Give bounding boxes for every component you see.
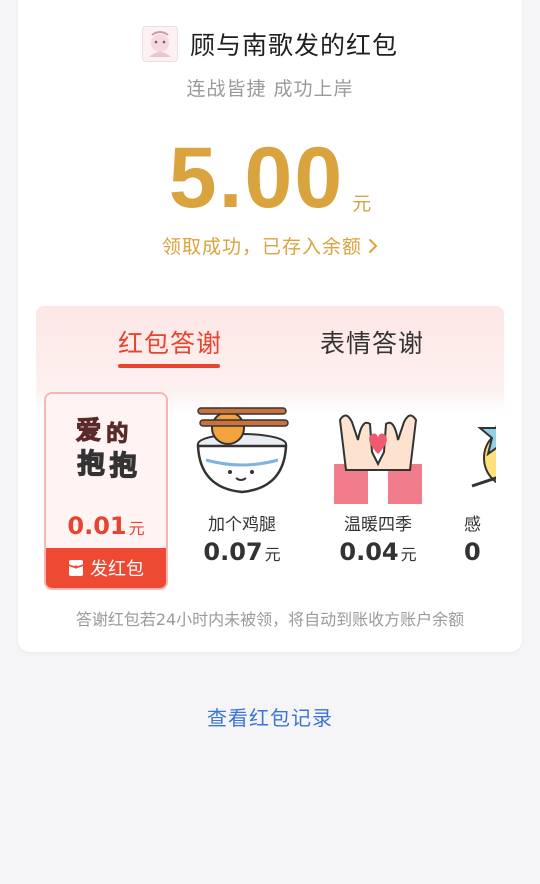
send-red-packet-button[interactable]: 发红包	[46, 548, 166, 588]
star-sticker-icon	[471, 425, 496, 488]
item-name: 感	[464, 515, 481, 535]
received-status-text: 领取成功，已存入余额	[161, 236, 362, 258]
sender-row: 顾与南歌发的红包	[0, 26, 540, 62]
chevron-right-icon	[369, 238, 378, 253]
thanks-item-partial[interactable]: 感 0	[452, 392, 496, 590]
item-name: 加个鸡腿	[208, 515, 276, 535]
item-price: 0.07 元	[203, 538, 281, 566]
thanks-panel: 红包答谢 表情答谢 爱 的 抱 抱 0.01 元 发红包 加个鸡腿 0.07 元…	[36, 306, 504, 606]
amount-value: 5.00	[168, 130, 345, 226]
thanks-items-list: 爱 的 抱 抱 0.01 元 发红包 加个鸡腿 0.07 元 温暖四季 0.04…	[36, 392, 496, 592]
tab-red-packet-thanks[interactable]: 红包答谢	[118, 324, 222, 360]
hug-art-text-4: 抱	[110, 450, 137, 481]
item-price: 0.04 元	[339, 538, 417, 566]
item-name: 温暖四季	[344, 515, 412, 535]
amount-unit: 元	[352, 193, 372, 215]
hug-art-text-3: 抱	[78, 448, 105, 479]
sender-name: 顾与南歌发的红包	[189, 31, 398, 60]
sender-avatar	[141, 26, 178, 62]
view-records-link[interactable]: 查看红包记录	[0, 702, 540, 731]
hug-sticker-icon: 爱 的 抱 抱	[75, 417, 137, 482]
received-status-link[interactable]: 领取成功，已存入余额	[0, 232, 540, 259]
red-packet-icon	[68, 560, 84, 576]
thanks-item-warmth[interactable]: 温暖四季 0.04 元	[316, 392, 440, 590]
thanks-tabs: 红包答谢 表情答谢	[36, 324, 504, 374]
hug-art-text-1: 爱	[76, 417, 101, 445]
heart-hands-icon	[334, 414, 422, 504]
active-tab-indicator	[118, 364, 220, 368]
item-price: 0	[464, 538, 481, 566]
hug-art-text-2: 的	[106, 421, 128, 446]
rice-bowl-drumstick-icon	[196, 407, 289, 494]
thanks-item-drumstick[interactable]: 加个鸡腿 0.07 元	[180, 392, 304, 590]
thanks-note: 答谢红包若24小时内未被领，将自动到账收方账户余额	[75, 610, 465, 629]
item-price: 0.01 元	[67, 512, 145, 540]
wish-text: 连战皆捷 成功上岸	[186, 78, 354, 100]
amount-display: 5.00 元	[0, 132, 540, 224]
thanks-item-hug[interactable]: 爱 的 抱 抱 0.01 元 发红包	[44, 392, 168, 590]
tab-sticker-thanks[interactable]: 表情答谢	[320, 324, 424, 360]
